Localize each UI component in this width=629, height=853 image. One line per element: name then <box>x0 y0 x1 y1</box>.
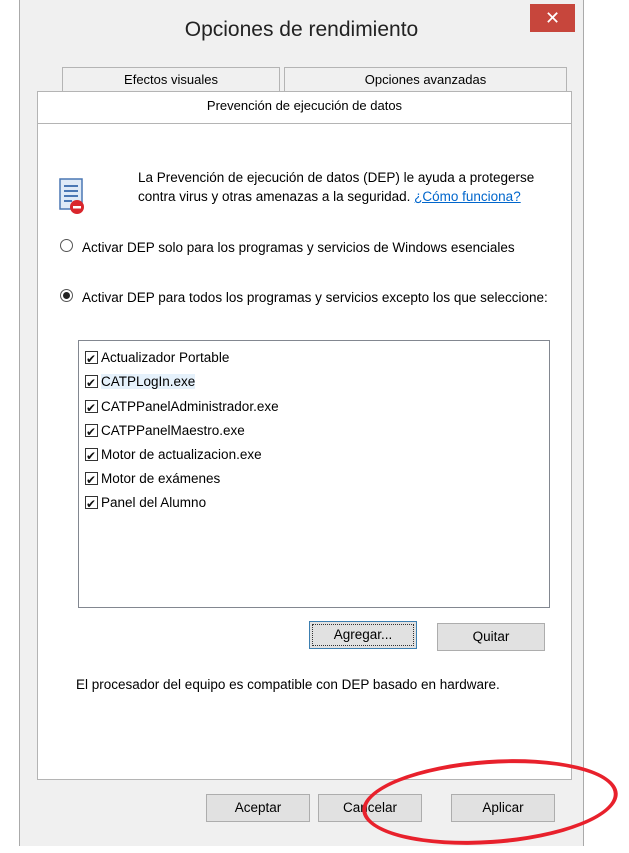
checkbox[interactable] <box>85 397 98 419</box>
list-item[interactable]: Motor de actualizacion.exe <box>85 444 262 467</box>
window-title: Opciones de rendimiento <box>184 18 419 41</box>
list-item[interactable]: Panel del Alumno <box>85 492 207 515</box>
checkbox[interactable] <box>85 348 98 370</box>
list-item[interactable]: Actualizador Portable <box>85 347 230 370</box>
program-name: CATPPanelAdministrador.exe <box>101 399 279 414</box>
checkbox[interactable] <box>85 421 98 443</box>
dep-shield-icon <box>59 178 84 214</box>
close-icon: ✕ <box>544 8 561 28</box>
radio-all-except-button[interactable] <box>60 289 73 302</box>
list-item[interactable]: Motor de exámenes <box>85 468 221 491</box>
program-name: Motor de exámenes <box>101 471 221 486</box>
tab-visual-effects[interactable]: Efectos visuales <box>62 67 280 91</box>
close-button[interactable]: ✕ <box>530 4 575 32</box>
title-bar[interactable]: Opciones de rendimiento ✕ <box>20 0 583 62</box>
checkbox[interactable] <box>85 493 98 515</box>
add-button[interactable]: Agregar... <box>309 621 417 649</box>
tab-data-execution-prevention[interactable]: Prevención de ejecución de datos <box>37 91 572 124</box>
ok-button[interactable]: Aceptar <box>206 794 310 822</box>
program-name: CATPLogIn.exe <box>101 374 196 389</box>
checkbox[interactable] <box>85 469 98 491</box>
radio-all-except[interactable]: Activar DEP para todos los programas y s… <box>60 288 550 307</box>
dep-description: La Prevención de ejecución de datos (DEP… <box>138 168 548 206</box>
list-item[interactable]: CATPLogIn.exe <box>85 371 196 394</box>
apply-button[interactable]: Aplicar <box>451 794 555 822</box>
program-name: Actualizador Portable <box>101 350 230 365</box>
radio-essential-only[interactable]: Activar DEP solo para los programas y se… <box>60 238 550 257</box>
program-name: Panel del Alumno <box>101 495 207 510</box>
tab-advanced-options[interactable]: Opciones avanzadas <box>284 67 567 91</box>
radio-essential-only-button[interactable] <box>60 239 73 252</box>
cancel-button[interactable]: Cancelar <box>318 794 422 822</box>
program-name: CATPPanelMaestro.exe <box>101 423 245 438</box>
remove-button[interactable]: Quitar <box>437 623 545 651</box>
how-it-works-link[interactable]: ¿Cómo funciona? <box>414 189 521 204</box>
program-name: Motor de actualizacion.exe <box>101 447 262 462</box>
checkbox[interactable] <box>85 445 98 467</box>
radio-all-except-label: Activar DEP para todos los programas y s… <box>82 290 548 305</box>
excluded-programs-list[interactable]: Actualizador Portable CATPLogIn.exe CATP… <box>78 340 550 608</box>
radio-essential-only-label: Activar DEP solo para los programas y se… <box>82 240 515 255</box>
performance-options-dialog: Opciones de rendimiento ✕ Efectos visual… <box>19 0 584 846</box>
hardware-dep-note: El procesador del equipo es compatible c… <box>76 677 500 692</box>
checkbox[interactable] <box>85 372 98 394</box>
list-item[interactable]: CATPPanelAdministrador.exe <box>85 396 279 419</box>
list-item[interactable]: CATPPanelMaestro.exe <box>85 420 245 443</box>
